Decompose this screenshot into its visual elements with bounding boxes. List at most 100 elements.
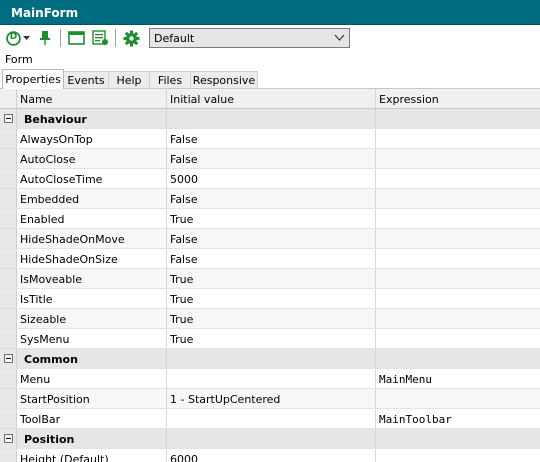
row-gutter — [0, 369, 17, 388]
column-divider — [375, 369, 376, 388]
section-common[interactable]: Common — [0, 349, 540, 369]
gear-icon — [123, 30, 140, 47]
column-header-expression[interactable]: Expression — [379, 93, 439, 106]
property-initial-value[interactable]: 5000 — [170, 173, 198, 186]
form-list-button[interactable] — [90, 28, 110, 48]
tab-files[interactable]: Files — [149, 71, 191, 89]
property-expression[interactable]: MainToolbar — [379, 413, 452, 426]
column-divider — [375, 309, 376, 328]
column-divider — [166, 249, 167, 268]
form-list-icon — [91, 30, 109, 46]
column-divider — [375, 169, 376, 188]
tab-events[interactable]: Events — [63, 71, 109, 89]
d-circle-icon: D — [6, 30, 21, 46]
table-row[interactable]: Enabled True — [0, 209, 540, 229]
row-gutter — [0, 249, 17, 268]
tab-help[interactable]: Help — [108, 71, 150, 89]
property-initial-value[interactable]: False — [170, 233, 198, 246]
column-divider — [375, 189, 376, 208]
section-behaviour[interactable]: Behaviour — [0, 109, 540, 129]
row-gutter — [0, 329, 17, 348]
table-row[interactable]: IsMoveable True — [0, 269, 540, 289]
column-divider — [375, 389, 376, 408]
property-initial-value[interactable]: True — [170, 273, 193, 286]
property-initial-value[interactable]: False — [170, 193, 198, 206]
property-initial-value[interactable]: False — [170, 133, 198, 146]
table-row[interactable]: HideShadeOnSize False — [0, 249, 540, 269]
column-divider — [166, 129, 167, 148]
property-initial-value[interactable]: False — [170, 153, 198, 166]
row-gutter — [0, 309, 17, 328]
property-initial-value[interactable]: 6000 — [170, 453, 198, 462]
column-divider — [375, 449, 376, 462]
table-row[interactable]: ToolBar MainToolbar — [0, 409, 540, 429]
column-divider — [375, 129, 376, 148]
column-divider — [166, 189, 167, 208]
column-divider — [375, 269, 376, 288]
row-gutter — [0, 289, 17, 308]
property-name: Enabled — [20, 213, 65, 226]
property-initial-value[interactable]: False — [170, 253, 198, 266]
property-initial-value[interactable]: True — [170, 313, 193, 326]
property-name: AutoClose — [20, 153, 76, 166]
grid-header: Name Initial value Expression — [0, 89, 540, 109]
table-row[interactable]: AutoClose False — [0, 149, 540, 169]
row-gutter — [0, 229, 17, 248]
table-row[interactable]: HideShadeOnMove False — [0, 229, 540, 249]
property-name: AutoCloseTime — [20, 173, 103, 186]
collapse-icon[interactable] — [4, 114, 13, 123]
d-dropdown-button[interactable]: D — [5, 28, 31, 48]
column-divider[interactable] — [375, 89, 376, 108]
tab-strip: Properties Events Help Files Responsive — [0, 69, 540, 89]
pin-button[interactable] — [36, 28, 54, 48]
property-initial-value[interactable]: True — [170, 333, 193, 346]
table-row[interactable]: AlwaysOnTop False — [0, 129, 540, 149]
property-initial-value[interactable]: True — [170, 213, 193, 226]
column-divider — [375, 229, 376, 248]
column-divider[interactable] — [166, 89, 167, 108]
column-header-initial-value[interactable]: Initial value — [170, 93, 234, 106]
table-row[interactable]: IsTitle True — [0, 289, 540, 309]
table-row[interactable]: StartPosition 1 - StartUpCentered — [0, 389, 540, 409]
column-divider — [375, 429, 376, 448]
column-divider — [166, 169, 167, 188]
table-row[interactable]: Height (Default) 6000 — [0, 449, 540, 462]
table-row[interactable]: SysMenu True — [0, 329, 540, 349]
property-initial-value[interactable]: True — [170, 293, 193, 306]
column-divider — [166, 449, 167, 462]
section-label: Common — [24, 353, 78, 366]
property-expression[interactable]: MainMenu — [379, 373, 432, 386]
window-button[interactable] — [66, 28, 86, 48]
table-row[interactable]: AutoCloseTime 5000 — [0, 169, 540, 189]
property-name: Sizeable — [20, 313, 67, 326]
table-row[interactable]: Sizeable True — [0, 309, 540, 329]
layout-combo[interactable]: Default — [149, 28, 350, 48]
combo-value: Default — [154, 32, 195, 45]
column-divider — [166, 369, 167, 388]
table-row[interactable]: Menu MainMenu — [0, 369, 540, 389]
column-divider — [375, 149, 376, 168]
property-initial-value[interactable]: 1 - StartUpCentered — [170, 393, 280, 406]
column-divider — [375, 349, 376, 368]
column-divider — [166, 269, 167, 288]
row-gutter — [0, 269, 17, 288]
table-row[interactable]: Embedded False — [0, 189, 540, 209]
column-divider — [375, 409, 376, 428]
section-position[interactable]: Position — [0, 429, 540, 449]
window-title: MainForm — [0, 0, 540, 25]
toolbar-separator — [60, 29, 61, 47]
section-label: Position — [24, 433, 75, 446]
form-label: Form — [5, 53, 33, 66]
collapse-icon[interactable] — [4, 354, 13, 363]
column-divider — [166, 109, 167, 128]
tab-responsive[interactable]: Responsive — [190, 71, 258, 89]
row-gutter — [0, 389, 17, 408]
row-gutter — [0, 149, 17, 168]
collapse-icon[interactable] — [4, 434, 13, 443]
column-header-name[interactable]: Name — [20, 93, 52, 106]
column-divider — [166, 429, 167, 448]
window-icon — [67, 31, 85, 45]
column-divider — [166, 309, 167, 328]
settings-button[interactable] — [121, 28, 141, 48]
tab-properties[interactable]: Properties — [2, 69, 64, 89]
